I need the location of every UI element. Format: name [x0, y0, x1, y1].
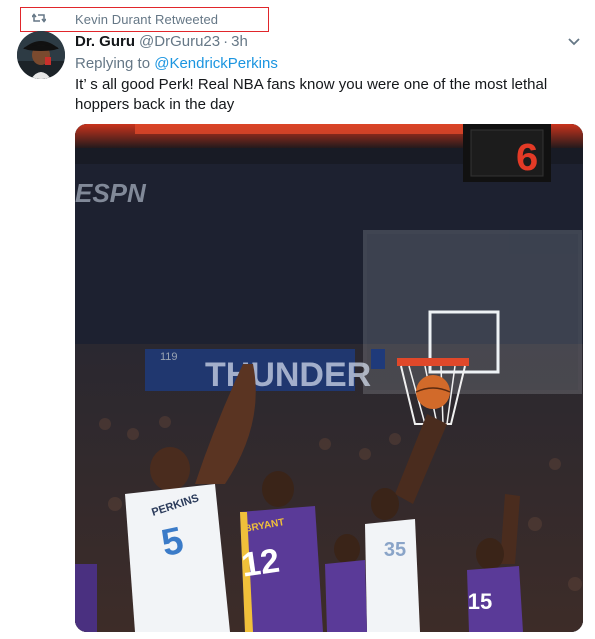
- retweet-icon: [32, 13, 46, 23]
- banner-text: THUNDER: [205, 356, 371, 394]
- tweet-media-video[interactable]: ESPN 6 THUNDER 119 PERKINS 5 BRYANT 12 3…: [75, 124, 583, 632]
- replying-to: Replying to @KendrickPerkins: [75, 55, 278, 72]
- shot-clock-digit: 6: [515, 138, 539, 183]
- tweet-text: It’ s all good Perk! Real NBA fans know …: [75, 76, 548, 113]
- jersey-right-number: 15: [468, 589, 492, 614]
- retweet-context[interactable]: Kevin Durant Retweeted: [20, 7, 269, 32]
- jersey-mid-number: 12: [239, 542, 282, 585]
- replying-prefix: Replying to: [75, 55, 151, 72]
- tweet-timestamp[interactable]: 3h: [231, 33, 248, 50]
- section-number: 119: [160, 351, 178, 363]
- tweet-header: Dr. Guru @DrGuru23 · 3h: [75, 33, 248, 50]
- jersey-center-number: 35: [384, 539, 406, 561]
- retweet-label: Kevin Durant Retweeted: [75, 12, 219, 27]
- display-name[interactable]: Dr. Guru: [75, 33, 135, 50]
- user-handle[interactable]: @DrGuru23: [139, 33, 220, 50]
- chevron-down-icon[interactable]: [567, 37, 581, 47]
- dot-separator: ·: [223, 33, 229, 50]
- replying-to-link[interactable]: @KendrickPerkins: [154, 55, 278, 72]
- avatar[interactable]: [17, 31, 65, 79]
- broadcaster-logo: ESPN: [75, 178, 147, 208]
